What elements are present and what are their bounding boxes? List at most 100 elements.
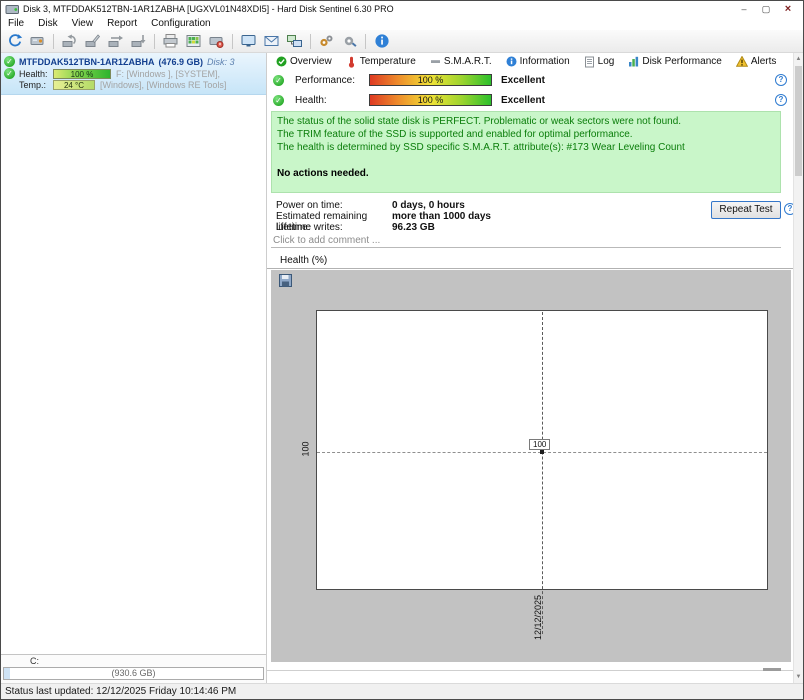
seek-test-icon bbox=[108, 35, 123, 47]
send-mail-button[interactable] bbox=[260, 31, 283, 51]
stat-label: Power on time: bbox=[276, 200, 343, 211]
write-test-button[interactable] bbox=[81, 31, 104, 51]
tab-label: Overview bbox=[290, 56, 332, 67]
minimize-button[interactable]: – bbox=[733, 4, 755, 14]
settings-button[interactable] bbox=[315, 31, 338, 51]
stat-label: Estimated remaining lifetime: bbox=[276, 211, 368, 233]
random-test-button[interactable] bbox=[127, 31, 150, 51]
scrollbar-thumb[interactable] bbox=[795, 66, 802, 176]
tab-information[interactable]: Information bbox=[499, 53, 577, 70]
window-title: Disk 3, MTFDDAK512TBN-1AR1ZABHA [UGXVL01… bbox=[23, 4, 394, 14]
health-bar: 100 % bbox=[369, 94, 492, 106]
main-panel: Overview Temperature S.M.A.R.T. Informat… bbox=[267, 53, 793, 683]
information-button[interactable] bbox=[370, 31, 393, 51]
information-icon bbox=[506, 56, 517, 67]
drive-space-section[interactable]: C: (930.6 GB) bbox=[1, 654, 266, 683]
tab-label: Temperature bbox=[359, 56, 416, 67]
stat-value: 0 days, 0 hours bbox=[392, 200, 465, 211]
drive-size: (930.6 GB) bbox=[111, 668, 156, 678]
chart-section-title: Health (%) bbox=[267, 253, 793, 269]
health-ok-icon bbox=[4, 68, 15, 79]
tab-alerts[interactable]: Alerts bbox=[729, 53, 784, 70]
surface-test-button[interactable] bbox=[58, 31, 81, 51]
tab-smart[interactable]: S.M.A.R.T. bbox=[423, 53, 499, 70]
performance-icon bbox=[629, 56, 639, 67]
tab-disk-performance[interactable]: Disk Performance bbox=[621, 53, 728, 70]
tab-bar: Overview Temperature S.M.A.R.T. Informat… bbox=[267, 53, 793, 70]
seek-test-button[interactable] bbox=[104, 31, 127, 51]
status-line: The status of the solid state disk is PE… bbox=[277, 116, 682, 127]
menu-file[interactable]: File bbox=[1, 17, 31, 30]
performance-row: Performance: 100 % Excellent bbox=[273, 73, 787, 87]
detect-disks-button[interactable] bbox=[26, 31, 49, 51]
disk-size: (476.9 GB) bbox=[158, 56, 204, 67]
health-label: Health: bbox=[295, 94, 327, 106]
status-text: Status last updated: 12/12/2025 Friday 1… bbox=[5, 686, 237, 697]
network-disks-icon bbox=[287, 35, 302, 47]
vertical-scrollbar[interactable]: ▲ ▼ bbox=[793, 53, 803, 683]
disk-health-row: Health: 100 % F: [Windows ], [SYSTEM], bbox=[4, 68, 263, 79]
temp-badge: 24 °C bbox=[53, 80, 95, 90]
splitter-grip[interactable] bbox=[763, 668, 781, 671]
info-icon bbox=[374, 34, 389, 48]
drive-letter: C: bbox=[30, 656, 39, 666]
alerts-icon bbox=[735, 56, 748, 67]
performance-help-icon[interactable] bbox=[775, 74, 787, 86]
partitions-line2: [Windows], [Windows RE Tools] bbox=[100, 80, 227, 90]
window-controls: – ▢ × bbox=[733, 3, 799, 15]
preferences-button[interactable] bbox=[338, 31, 361, 51]
overview-icon bbox=[276, 56, 287, 67]
app-window: Disk 3, MTFDDAK512TBN-1AR1ZABHA [UGXVL01… bbox=[0, 0, 804, 700]
repeat-test-button[interactable]: Repeat Test bbox=[711, 201, 781, 219]
menu-disk[interactable]: Disk bbox=[31, 17, 64, 30]
tab-overview[interactable]: Overview bbox=[269, 53, 339, 70]
drive-usage-fill bbox=[4, 668, 10, 679]
send-mail-icon bbox=[264, 36, 279, 46]
menu-view[interactable]: View bbox=[65, 17, 101, 30]
remote-monitor-button[interactable] bbox=[237, 31, 260, 51]
health-label: Health: bbox=[19, 68, 48, 79]
tab-label: Disk Performance bbox=[642, 56, 722, 67]
toolbar-separator bbox=[154, 33, 155, 49]
tab-label: Alerts bbox=[750, 56, 777, 67]
disk-list-item-selected[interactable]: MTFDDAK512TBN-1AR1ZABHA (476.9 GB) Disk:… bbox=[1, 53, 266, 95]
toolbar-separator bbox=[365, 33, 366, 49]
save-chart-button[interactable] bbox=[278, 273, 293, 288]
network-disks-button[interactable] bbox=[283, 31, 306, 51]
no-actions-text: No actions needed. bbox=[277, 168, 369, 179]
status-bar: Status last updated: 12/12/2025 Friday 1… bbox=[1, 683, 803, 699]
toolbar-separator bbox=[310, 33, 311, 49]
tab-temperature[interactable]: Temperature bbox=[339, 53, 423, 70]
print-button[interactable] bbox=[159, 31, 182, 51]
comment-field[interactable]: Click to add comment ... bbox=[271, 235, 781, 248]
repeat-test-help-icon[interactable] bbox=[784, 203, 793, 215]
status-line: The TRIM feature of the SSD is supported… bbox=[277, 129, 633, 140]
chart-y-tick: 100 bbox=[300, 441, 311, 457]
remote-monitor-icon bbox=[241, 35, 256, 47]
performance-rating: Excellent bbox=[501, 74, 545, 86]
drive-capacity-bar[interactable]: (930.6 GB) bbox=[3, 667, 264, 680]
tab-log[interactable]: Log bbox=[577, 53, 622, 70]
scroll-down-arrow[interactable]: ▼ bbox=[794, 671, 803, 683]
menu-report[interactable]: Report bbox=[100, 17, 144, 30]
content-area: MTFDDAK512TBN-1AR1ZABHA (476.9 GB) Disk:… bbox=[1, 53, 803, 683]
menu-bar: File Disk View Report Configuration bbox=[1, 17, 803, 30]
print-icon bbox=[163, 34, 178, 48]
menu-configuration[interactable]: Configuration bbox=[144, 17, 217, 30]
partitions-line1: F: [Windows ], [SYSTEM], bbox=[116, 68, 221, 79]
stat-row: Estimated remaining lifetime: more than … bbox=[276, 211, 491, 233]
maximize-button[interactable]: ▢ bbox=[755, 4, 777, 15]
health-help-icon[interactable] bbox=[775, 94, 787, 106]
disk-ok-icon bbox=[4, 56, 15, 67]
chart-point-label: 100 bbox=[529, 439, 551, 450]
temperature-icon bbox=[348, 56, 354, 68]
preferences-gear-icon bbox=[344, 36, 357, 47]
pane-splitter[interactable] bbox=[267, 670, 793, 671]
disk-report-button[interactable] bbox=[205, 31, 228, 51]
refresh-button[interactable] bbox=[3, 31, 26, 51]
title-bar: Disk 3, MTFDDAK512TBN-1AR1ZABHA [UGXVL01… bbox=[1, 1, 803, 17]
scroll-up-arrow[interactable]: ▲ bbox=[794, 53, 803, 65]
surface-map-button[interactable] bbox=[182, 31, 205, 51]
close-button[interactable]: × bbox=[777, 3, 799, 15]
app-icon bbox=[5, 4, 19, 14]
